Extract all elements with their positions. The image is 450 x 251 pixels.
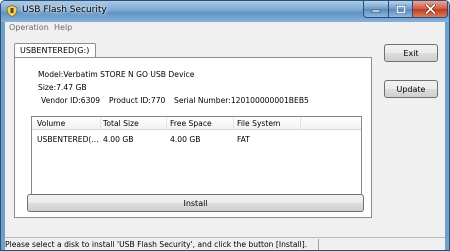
maximize-icon — [395, 4, 406, 14]
column-divider[interactable] — [166, 117, 167, 130]
exit-button[interactable]: Exit — [384, 44, 438, 62]
total-size-cell: 4.00 GB — [103, 135, 134, 144]
status-divider — [318, 239, 319, 250]
maximize-button[interactable] — [388, 1, 413, 18]
column-file-system[interactable]: File System — [237, 119, 280, 128]
menu-operation[interactable]: Operation — [9, 23, 49, 32]
free-space-cell: 4.00 GB — [170, 135, 201, 144]
tab-drive-label: USBENTERED(G:) — [20, 46, 90, 55]
install-button[interactable]: Install — [27, 194, 364, 212]
close-button[interactable] — [412, 1, 448, 18]
device-model: Model:Verbatim STORE N GO USB Device — [38, 70, 195, 79]
device-size: Size:7.47 GB — [38, 83, 87, 92]
column-divider[interactable] — [300, 117, 301, 130]
status-message: Please select a disk to install 'USB Fla… — [5, 240, 308, 249]
volume-name-cell: USBENTERED(... — [37, 135, 99, 144]
serial-number: Serial Number:120100000001BEB5 — [174, 96, 309, 105]
window-title: USB Flash Security — [22, 5, 107, 15]
column-divider[interactable] — [100, 117, 101, 130]
column-volume[interactable]: Volume — [37, 119, 65, 128]
dialog-body: USBENTERED(G:) Model:Verbatim STORE N GO… — [5, 35, 445, 237]
tab-drive[interactable]: USBENTERED(G:) — [14, 43, 96, 58]
vendor-id: Vendor ID:6309 — [41, 96, 101, 105]
file-system-cell: FAT — [237, 135, 250, 144]
update-button[interactable]: Update — [384, 80, 438, 98]
column-divider[interactable] — [233, 117, 234, 130]
app-window: USB Flash Security Operation Help USBENT… — [0, 0, 450, 251]
menu-help[interactable]: Help — [54, 23, 72, 32]
product-id: Product ID:770 — [109, 96, 166, 105]
column-free-space[interactable]: Free Space — [170, 119, 212, 128]
minimize-icon — [371, 9, 381, 13]
minimize-button[interactable] — [363, 1, 389, 18]
volume-list-header: Volume Total Size Free Space File System — [32, 117, 361, 130]
usb-shield-icon — [6, 5, 18, 17]
volume-list[interactable]: Volume Total Size Free Space File System… — [31, 116, 362, 195]
menu-bar: Operation Help — [5, 22, 445, 35]
status-bar: Please select a disk to install 'USB Fla… — [5, 237, 445, 250]
column-total-size[interactable]: Total Size — [103, 119, 139, 128]
close-icon — [424, 4, 436, 14]
title-bar[interactable]: USB Flash Security — [1, 1, 449, 22]
